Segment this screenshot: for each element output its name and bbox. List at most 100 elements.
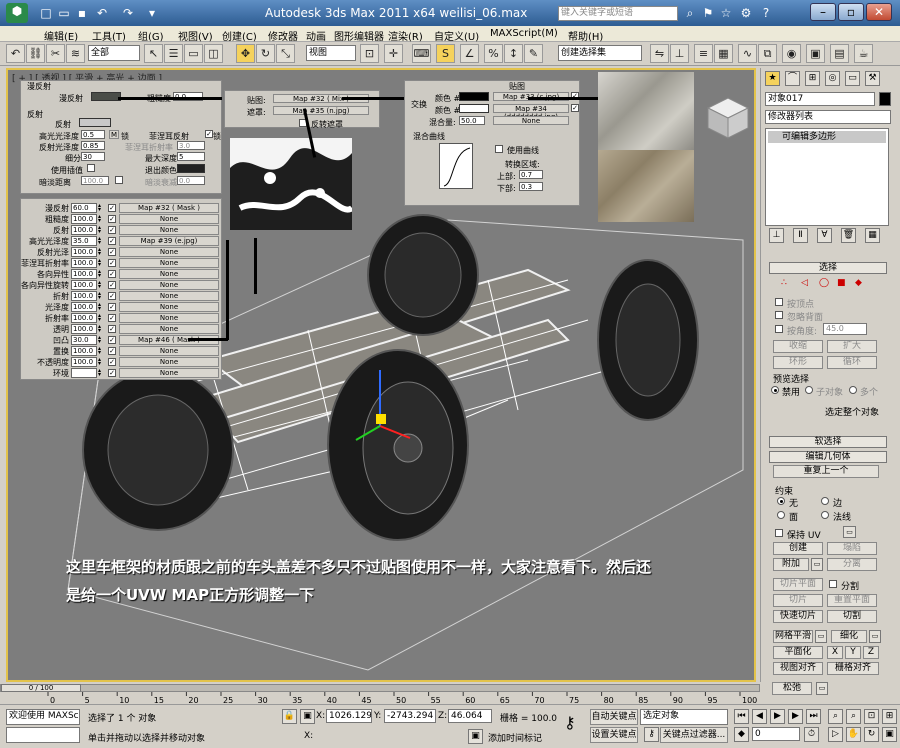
zoom-extents-icon[interactable]: ⊡ <box>864 709 879 724</box>
swap-button[interactable]: 交换 <box>411 99 427 110</box>
undo-icon[interactable]: ↶ <box>94 5 110 21</box>
edit-geometry-rollout-header[interactable]: 编辑几何体 <box>769 451 887 463</box>
display-tab-icon[interactable]: ▭ <box>845 71 860 86</box>
reflect-color-swatch[interactable] <box>79 118 111 127</box>
time-slider-track[interactable]: 0 / 100 <box>0 684 760 692</box>
map-enable-checkbox[interactable]: ✓ <box>108 325 116 333</box>
menu-create[interactable]: 创建(C) <box>222 28 257 43</box>
configure-sets-icon[interactable]: ▦ <box>865 228 880 243</box>
map-slot-button[interactable]: None <box>119 291 219 301</box>
hilight-lock-button[interactable]: M <box>109 130 119 139</box>
shrink-button[interactable]: 收缩 <box>773 340 823 353</box>
selection-rollout-header[interactable]: 选择 <box>769 262 887 274</box>
max-depth-input[interactable]: 5 <box>177 152 205 161</box>
preview-multi-radio[interactable] <box>849 386 857 394</box>
attach-list-icon[interactable]: ▭ <box>811 558 823 571</box>
map-enable-checkbox[interactable]: ✓ <box>108 204 116 212</box>
keyboard-shortcut-icon[interactable]: ⌨ <box>412 44 431 63</box>
map-amount-input[interactable]: 100.0 <box>71 324 97 334</box>
zoom-icon[interactable]: ⌕ <box>828 709 843 724</box>
absolute-mode-icon[interactable]: ▣ <box>300 709 315 724</box>
menu-help[interactable]: 帮助(H) <box>568 28 603 43</box>
map-enable-checkbox[interactable]: ✓ <box>108 270 116 278</box>
time-slider[interactable]: 0 / 100 <box>1 684 81 692</box>
x-coord-input[interactable]: 1026.129 <box>326 709 372 723</box>
material-editor-icon[interactable]: ◉ <box>782 44 801 63</box>
hilight-gloss-input[interactable]: 0.5 <box>81 130 105 139</box>
map-slot-button[interactable]: None <box>119 258 219 268</box>
menu-maxscript[interactable]: MAXScript(M) <box>490 28 558 39</box>
show-end-result-icon[interactable]: Ⅱ <box>793 228 808 243</box>
render-production-icon[interactable]: ☕ <box>854 44 873 63</box>
map-slot-button[interactable]: None <box>119 302 219 312</box>
map-amount-spinner-icon[interactable]: ▴ ▾ <box>98 225 106 235</box>
map-amount-input[interactable]: 100.0 <box>71 225 97 235</box>
map-amount-input[interactable]: 100.0 <box>71 269 97 279</box>
window-crossing-icon[interactable]: ◫ <box>204 44 223 63</box>
map-enable-checkbox[interactable]: ✓ <box>108 226 116 234</box>
favorites-icon[interactable]: ☆ <box>718 5 734 21</box>
help-icon[interactable]: ? <box>758 5 774 21</box>
mix-amount-input[interactable]: 50.0 <box>459 116 485 125</box>
snap-toggle-icon[interactable]: S <box>436 44 455 63</box>
goto-end-icon[interactable]: ⏭ <box>806 709 821 724</box>
maxscript-output[interactable] <box>6 727 80 743</box>
key-icon[interactable]: ⚷ <box>560 709 586 743</box>
map-enable-checkbox[interactable]: ✓ <box>108 358 116 366</box>
element-mode-icon[interactable]: ◆ <box>855 278 862 288</box>
edit-named-sets-icon[interactable]: ✎ <box>524 44 543 63</box>
render-setup-icon[interactable]: ▣ <box>806 44 825 63</box>
collapse-button[interactable]: 塌陷 <box>827 542 877 555</box>
ring-button[interactable]: 环形 <box>773 356 823 369</box>
map-slot-button[interactable]: Map #39 (e.jpg) <box>119 236 219 246</box>
constraint-face-radio[interactable] <box>777 511 785 519</box>
mirror-icon[interactable]: ⇋ <box>650 44 669 63</box>
next-frame-icon[interactable]: ▶ <box>788 709 803 724</box>
map-enable-checkbox[interactable]: ✓ <box>108 215 116 223</box>
comm-center-icon[interactable]: ⚑ <box>700 5 716 21</box>
select-scale-icon[interactable]: ⤡ <box>276 44 295 63</box>
map-amount-spinner-icon[interactable]: ▴ ▾ <box>98 335 106 345</box>
prev-frame-icon[interactable]: ◀ <box>752 709 767 724</box>
key-mode-toggle-icon[interactable]: ◆ <box>734 727 749 742</box>
attach-button[interactable]: 附加 <box>773 558 809 571</box>
map-slot-button[interactable]: None <box>119 368 219 378</box>
map-amount-spinner-icon[interactable]: ▴ ▾ <box>98 291 106 301</box>
new-file-icon[interactable]: □ <box>38 5 54 21</box>
map-slot-button[interactable]: None <box>119 346 219 356</box>
menu-modifiers[interactable]: 修改器 <box>268 28 298 43</box>
goto-start-icon[interactable]: ⏮ <box>734 709 749 724</box>
map-amount-input[interactable]: 35.0 <box>71 236 97 246</box>
maximize-button[interactable]: ▫ <box>838 3 864 21</box>
constraint-normal-radio[interactable] <box>821 511 829 519</box>
graphite-tools-icon[interactable]: ▦ <box>714 44 733 63</box>
map-amount-input[interactable]: 100.0 <box>71 214 97 224</box>
map-amount-spinner-icon[interactable]: ▴ ▾ <box>98 269 106 279</box>
subdivs-input[interactable]: 30 <box>81 152 105 161</box>
minimize-button[interactable]: – <box>810 3 836 21</box>
reset-plane-button[interactable]: 重置平面 <box>827 594 877 607</box>
grid-align-button[interactable]: 栅格对齐 <box>827 662 879 675</box>
map-amount-spinner-icon[interactable]: ▴ ▾ <box>98 280 106 290</box>
dim-distance-input[interactable]: 100.0 <box>81 176 109 185</box>
modifier-list-select[interactable]: 修改器列表 <box>765 110 891 124</box>
map-amount-input[interactable]: 100.0 <box>71 357 97 367</box>
constraint-edge-radio[interactable] <box>821 497 829 505</box>
menu-animation[interactable]: 动画 <box>306 28 326 43</box>
map-amount-input[interactable] <box>71 368 97 378</box>
make-unique-icon[interactable]: ∀ <box>817 228 832 243</box>
search-icon[interactable]: ⌕ <box>682 5 698 21</box>
map-amount-spinner-icon[interactable]: ▴ ▾ <box>98 302 106 312</box>
map-amount-input[interactable]: 100.0 <box>71 291 97 301</box>
detach-button[interactable]: 分离 <box>827 558 877 571</box>
motion-tab-icon[interactable]: ◎ <box>825 71 840 86</box>
map-slot-button[interactable]: None <box>119 324 219 334</box>
save-file-icon[interactable]: ▪ <box>74 5 90 21</box>
select-object-icon[interactable]: ↖ <box>144 44 163 63</box>
map-enable-checkbox[interactable]: ✓ <box>108 292 116 300</box>
menu-edit[interactable]: 编辑(E) <box>44 28 78 43</box>
rect-selection-icon[interactable]: ▭ <box>184 44 203 63</box>
fresnel-ior-input[interactable]: 3.0 <box>177 141 205 150</box>
settings-icon[interactable]: ⚙ <box>738 5 754 21</box>
map-amount-spinner-icon[interactable]: ▴ ▾ <box>98 214 106 224</box>
